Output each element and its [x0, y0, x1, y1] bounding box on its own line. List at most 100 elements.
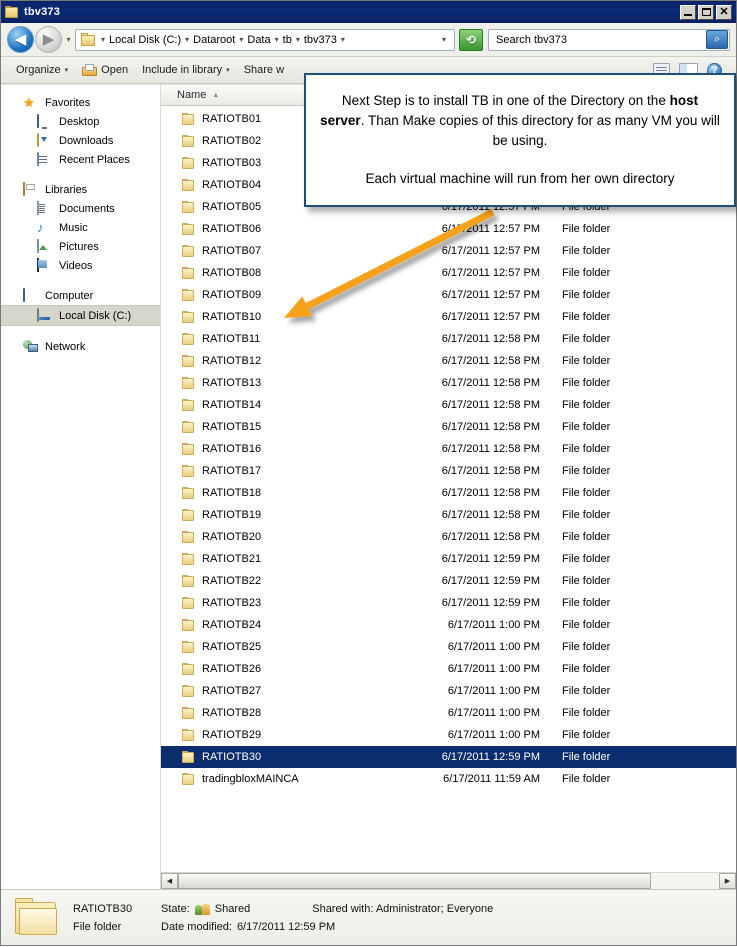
sidebar-label-recent-places: Recent Places	[59, 153, 130, 166]
sidebar-item-computer[interactable]: Computer	[1, 286, 160, 305]
table-row[interactable]: RATIOTB12 6/17/2011 12:58 PM File folder	[161, 350, 736, 372]
breadcrumb-item-tb[interactable]: tb	[281, 33, 294, 47]
right-arrow-icon: ▶	[724, 878, 731, 885]
date-modified-cell: 6/17/2011 12:58 PM	[441, 531, 540, 543]
refresh-button[interactable]: ⟲	[459, 28, 483, 51]
table-row[interactable]: RATIOTB25 6/17/2011 1:00 PM File folder	[161, 636, 736, 658]
table-row[interactable]: RATIOTB14 6/17/2011 12:58 PM File folder	[161, 394, 736, 416]
table-row[interactable]: RATIOTB23 6/17/2011 12:59 PM File folder	[161, 592, 736, 614]
table-row[interactable]: RATIOTB18 6/17/2011 12:58 PM File folder	[161, 482, 736, 504]
organize-button[interactable]: Organize ▾	[9, 62, 75, 78]
sidebar-item-libraries[interactable]: Libraries	[1, 180, 160, 199]
minimize-button[interactable]	[680, 4, 696, 20]
file-name-label: RATIOTB27	[202, 685, 262, 697]
table-row[interactable]: RATIOTB27 6/17/2011 1:00 PM File folder	[161, 680, 736, 702]
table-row[interactable]: RATIOTB08 6/17/2011 12:57 PM File folder	[161, 262, 736, 284]
file-type-cell: File folder	[562, 465, 611, 477]
file-name-cell: RATIOTB14	[161, 398, 419, 412]
details-text: RATIOTB30 State: Shared Shared with: Adm…	[73, 903, 493, 933]
breadcrumb-bar[interactable]: ▾ Local Disk (C:) ▾ Dataroot ▾ Data ▾ tb…	[75, 28, 455, 51]
chevron-right-icon: ▾	[274, 35, 279, 44]
details-state-label: State:	[161, 903, 190, 915]
table-row[interactable]: RATIOTB06 6/17/2011 12:57 PM File folder	[161, 218, 736, 240]
table-row[interactable]: RATIOTB17 6/17/2011 12:58 PM File folder	[161, 460, 736, 482]
breadcrumb-item-data[interactable]: Data	[245, 33, 272, 47]
back-button[interactable]: ◀	[7, 26, 34, 53]
table-row[interactable]: RATIOTB07 6/17/2011 12:57 PM File folder	[161, 240, 736, 262]
breadcrumb-overflow-caret-icon[interactable]: ▾	[438, 35, 452, 44]
search-icon[interactable]: ⌕	[706, 30, 728, 49]
folder-icon	[181, 200, 195, 214]
table-row[interactable]: RATIOTB13 6/17/2011 12:58 PM File folder	[161, 372, 736, 394]
sidebar-item-local-disk-c[interactable]: Local Disk (C:)	[1, 305, 160, 326]
table-row[interactable]: RATIOTB20 6/17/2011 12:58 PM File folder	[161, 526, 736, 548]
nav-group-libraries: Libraries Documents ♪ Music Pictures Vid…	[1, 180, 160, 275]
date-modified-cell: 6/17/2011 12:58 PM	[441, 377, 540, 389]
date-modified-cell: 6/17/2011 12:58 PM	[441, 333, 540, 345]
maximize-button[interactable]	[698, 4, 714, 20]
table-row[interactable]: tradingbloxMAINCA 6/17/2011 11:59 AM File …	[161, 768, 736, 790]
scrollbar-track[interactable]	[178, 873, 719, 889]
window-title: tbv373	[24, 6, 61, 18]
scrollbar-thumb[interactable]	[178, 873, 652, 889]
open-button[interactable]: Open	[75, 62, 135, 79]
share-with-button[interactable]: Share w	[237, 62, 291, 78]
sidebar-item-favorites[interactable]: ★ Favorites	[1, 93, 160, 112]
table-row[interactable]: RATIOTB19 6/17/2011 12:58 PM File folder	[161, 504, 736, 526]
table-row[interactable]: RATIOTB15 6/17/2011 12:58 PM File folder	[161, 416, 736, 438]
file-name-label: RATIOTB04	[202, 179, 262, 191]
refresh-icon: ⟲	[465, 32, 477, 47]
breadcrumb: Local Disk (C:) ▾ Dataroot ▾ Data ▾ tb ▾…	[107, 33, 438, 47]
history-dropdown-button[interactable]: ▾	[62, 35, 75, 44]
scroll-left-button[interactable]: ◀	[161, 873, 178, 889]
search-input[interactable]	[494, 32, 704, 47]
table-row[interactable]: RATIOTB29 6/17/2011 1:00 PM File folder	[161, 724, 736, 746]
file-type-cell: File folder	[562, 333, 611, 345]
sidebar-item-network[interactable]: Network	[1, 337, 160, 356]
sidebar-item-documents[interactable]: Documents	[1, 199, 160, 218]
table-row[interactable]: RATIOTB22 6/17/2011 12:59 PM File folder	[161, 570, 736, 592]
forward-button[interactable]: ▶	[35, 26, 62, 53]
table-row[interactable]: RATIOTB11 6/17/2011 12:58 PM File folder	[161, 328, 736, 350]
file-name-cell: RATIOTB30	[161, 750, 419, 764]
close-button[interactable]: ✕	[716, 4, 732, 20]
breadcrumb-item-dataroot[interactable]: Dataroot	[191, 33, 237, 47]
network-icon	[23, 340, 39, 354]
nav-group-computer: Computer Local Disk (C:)	[1, 286, 160, 326]
scroll-right-button[interactable]: ▶	[719, 873, 736, 889]
folder-icon	[181, 728, 195, 742]
breadcrumb-item-tbv373[interactable]: tbv373	[302, 33, 339, 47]
nav-group-favorites: ★ Favorites Desktop Downloads Recent Pla…	[1, 93, 160, 169]
folder-icon	[181, 596, 195, 610]
folder-icon	[181, 442, 195, 456]
horizontal-scrollbar[interactable]: ◀ ▶	[161, 872, 736, 889]
breadcrumb-item-local-disk[interactable]: Local Disk (C:)	[107, 33, 183, 47]
sidebar-item-desktop[interactable]: Desktop	[1, 112, 160, 131]
selected-item-folder-icon	[13, 897, 59, 938]
sidebar-item-downloads[interactable]: Downloads	[1, 131, 160, 150]
folder-icon	[181, 772, 195, 786]
file-name-cell: RATIOTB06	[161, 222, 419, 236]
file-type-cell: File folder	[562, 751, 611, 763]
table-row[interactable]: RATIOTB30 6/17/2011 12:59 PM File folder	[161, 746, 736, 768]
table-row[interactable]: RATIOTB16 6/17/2011 12:58 PM File folder	[161, 438, 736, 460]
breadcrumb-root-caret-icon[interactable]: ▾	[99, 35, 107, 44]
table-row[interactable]: RATIOTB10 6/17/2011 12:57 PM File folder	[161, 306, 736, 328]
sidebar-item-recent-places[interactable]: Recent Places	[1, 150, 160, 169]
file-name-label: RATIOTB06	[202, 223, 262, 235]
sidebar-label-pictures: Pictures	[59, 240, 99, 253]
file-type-cell: File folder	[562, 245, 611, 257]
table-row[interactable]: RATIOTB09 6/17/2011 12:57 PM File folder	[161, 284, 736, 306]
disk-icon	[37, 307, 53, 323]
search-box[interactable]: ⌕	[488, 28, 730, 51]
sidebar-item-pictures[interactable]: Pictures	[1, 237, 160, 256]
table-row[interactable]: RATIOTB26 6/17/2011 1:00 PM File folder	[161, 658, 736, 680]
file-name-label: RATIOTB18	[202, 487, 262, 499]
sidebar-item-music[interactable]: ♪ Music	[1, 218, 160, 237]
table-row[interactable]: RATIOTB28 6/17/2011 1:00 PM File folder	[161, 702, 736, 724]
folder-icon	[181, 684, 195, 698]
include-in-library-button[interactable]: Include in library ▾	[135, 62, 237, 78]
table-row[interactable]: RATIOTB24 6/17/2011 1:00 PM File folder	[161, 614, 736, 636]
sidebar-item-videos[interactable]: Videos	[1, 256, 160, 275]
table-row[interactable]: RATIOTB21 6/17/2011 12:59 PM File folder	[161, 548, 736, 570]
